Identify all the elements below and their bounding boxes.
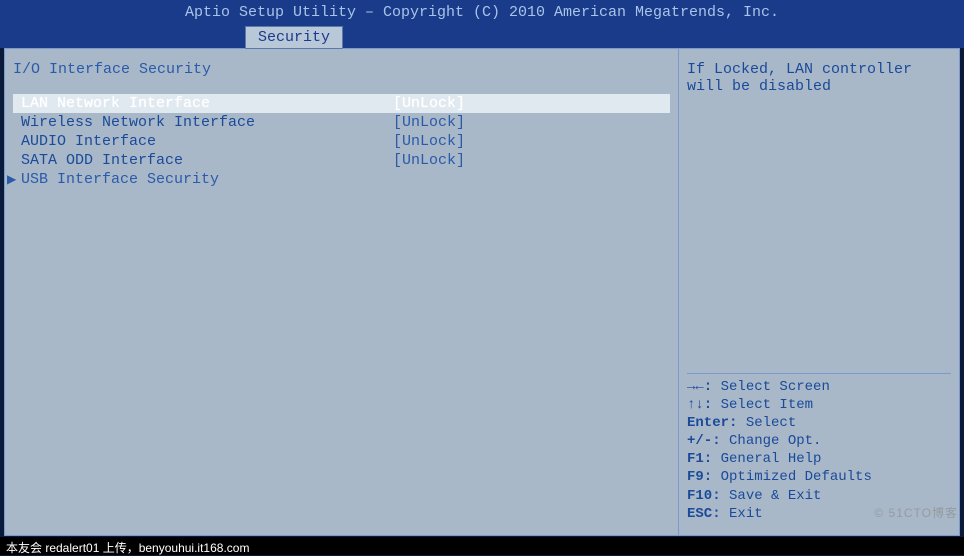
- key-f1: F1: General Help: [687, 450, 951, 468]
- setting-wireless-network-interface[interactable]: Wireless Network Interface [UnLock]: [13, 113, 670, 132]
- help-text: If Locked, LAN controller will be disabl…: [687, 61, 951, 95]
- key-select-item: ↑↓: Select Item: [687, 396, 951, 414]
- submenu-usb-interface-security[interactable]: ▶ USB Interface Security: [13, 170, 670, 189]
- key-enter: Enter: Select: [687, 414, 951, 432]
- watermark: © 51CTO博客: [874, 504, 958, 521]
- setting-label: SATA ODD Interface: [13, 152, 393, 169]
- key-select-screen: →←: Select Screen: [687, 378, 951, 396]
- submenu-arrow-icon: ▶: [7, 172, 15, 187]
- section-title: I/O Interface Security: [13, 61, 670, 78]
- header-title: Aptio Setup Utility – Copyright (C) 2010…: [185, 4, 779, 21]
- setting-label: Wireless Network Interface: [13, 114, 393, 131]
- bios-frame: I/O Interface Security LAN Network Inter…: [4, 48, 960, 536]
- tab-bar: Security: [0, 26, 964, 48]
- key-f10: F10: Save & Exit: [687, 487, 951, 505]
- key-change-opt: +/-: Change Opt.: [687, 432, 951, 450]
- setting-lan-network-interface[interactable]: LAN Network Interface [UnLock]: [13, 94, 670, 113]
- setting-sata-odd-interface[interactable]: SATA ODD Interface [UnLock]: [13, 151, 670, 170]
- tab-security[interactable]: Security: [245, 26, 343, 49]
- bios-header: Aptio Setup Utility – Copyright (C) 2010…: [0, 0, 964, 26]
- help-keys: →←: Select Screen ↑↓: Select Item Enter:…: [687, 378, 951, 524]
- help-divider: [687, 373, 951, 374]
- help-panel: If Locked, LAN controller will be disabl…: [679, 49, 959, 535]
- setting-value: [UnLock]: [393, 95, 465, 112]
- key-f9: F9: Optimized Defaults: [687, 468, 951, 486]
- setting-label: AUDIO Interface: [13, 133, 393, 150]
- setting-value: [UnLock]: [393, 114, 465, 131]
- setting-audio-interface[interactable]: AUDIO Interface [UnLock]: [13, 132, 670, 151]
- caption: 本友会 redalert01 上传，benyouhui.it168.com: [0, 537, 964, 555]
- setting-value: [UnLock]: [393, 152, 465, 169]
- setting-value: [UnLock]: [393, 133, 465, 150]
- main-panel: I/O Interface Security LAN Network Inter…: [5, 49, 679, 535]
- setting-label: LAN Network Interface: [13, 95, 393, 112]
- submenu-label: USB Interface Security: [15, 171, 219, 188]
